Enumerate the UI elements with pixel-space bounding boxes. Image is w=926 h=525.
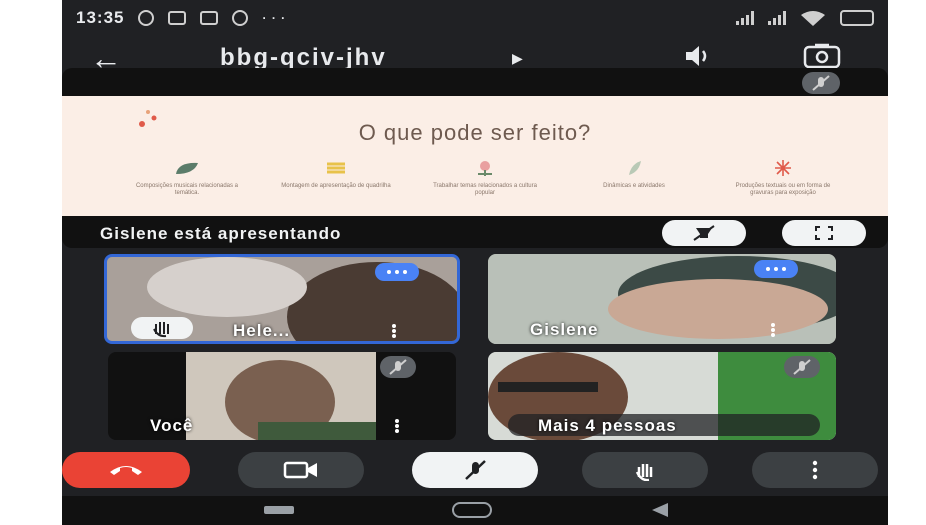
system-nav-bar — [62, 496, 888, 525]
more-people-tile[interactable]: Mais 4 pessoas — [488, 352, 836, 440]
participant-name: Gislene — [530, 320, 599, 339]
leaf-icon — [176, 162, 198, 174]
more-people-label: Mais 4 pessoas — [538, 416, 677, 435]
slide-item: Produções textuais ou em forma de gravur… — [728, 160, 838, 197]
flower-icon — [478, 161, 492, 176]
slide-item: Trabalhar temas relacionados a cultura p… — [430, 160, 540, 197]
presentation-tile[interactable]: O que pode ser feito? Composições musica… — [62, 68, 888, 248]
camera-toggle-button[interactable] — [238, 452, 364, 488]
mic-off-icon — [380, 356, 416, 378]
clock: 13:35 — [76, 8, 125, 27]
slide-title: O que pode ser feito? — [358, 120, 592, 145]
fullscreen-icon — [815, 226, 833, 240]
slide-item: Montagem de apresentação de quadrilha — [281, 160, 391, 197]
status-bar: 13:35 · · · — [62, 0, 888, 36]
shared-slide: O que pode ser feito? Composições musica… — [62, 96, 888, 216]
sun-icon — [775, 160, 791, 176]
call-controls — [62, 452, 888, 492]
self-view-tile[interactable]: Você — [108, 352, 456, 440]
hang-up-icon — [110, 466, 142, 475]
hand-icon — [153, 322, 169, 338]
chevron-right-icon[interactable]: ▶ — [512, 50, 523, 67]
battery-icon — [840, 10, 874, 26]
switch-camera-icon[interactable] — [802, 42, 842, 70]
more-options-button[interactable] — [752, 452, 878, 488]
mic-toggle-button[interactable] — [412, 452, 538, 488]
whatsapp-icon — [232, 10, 249, 26]
back-icon[interactable] — [650, 502, 670, 518]
hand-icon — [635, 464, 653, 481]
pin-off-icon — [693, 225, 715, 241]
signal-icon — [736, 11, 754, 25]
participant-tile[interactable]: Gislene — [488, 254, 836, 344]
more-vert-icon — [812, 460, 818, 480]
more-options-icon[interactable] — [394, 418, 400, 436]
meet-screen: 13:35 · · · ← bbg-qciv-jhv ▶ O que pode … — [62, 0, 888, 525]
gallery-icon — [200, 11, 219, 25]
participant-name: Hele... — [233, 321, 291, 340]
fullscreen-button[interactable] — [782, 220, 866, 246]
speaking-indicator — [375, 263, 419, 281]
unpin-button[interactable] — [662, 220, 746, 246]
participant-tile[interactable]: Hele... — [104, 254, 460, 344]
mic-off-icon — [465, 460, 486, 480]
recent-apps-icon[interactable] — [264, 506, 294, 514]
speaking-indicator — [754, 260, 798, 278]
end-call-button[interactable] — [62, 452, 190, 488]
alarm-icon — [138, 10, 155, 26]
speaker-icon[interactable] — [682, 44, 716, 68]
participant-name: Você — [150, 416, 194, 435]
raise-hand-button[interactable] — [582, 452, 708, 488]
video-camera-icon — [283, 461, 317, 479]
wifi-icon — [801, 11, 825, 26]
message-icon — [168, 11, 187, 25]
mic-off-icon — [784, 356, 820, 378]
wheat-icon — [327, 162, 345, 174]
more-notifications: · · · — [262, 11, 287, 25]
signal-icon-2 — [768, 11, 786, 25]
more-options-icon[interactable] — [391, 323, 397, 341]
raise-hand-badge — [131, 317, 193, 339]
mic-off-icon — [802, 72, 840, 94]
slide-item: Dinâmicas e atividades — [579, 160, 689, 197]
slide-item: Composições musicais relacionadas a temá… — [132, 160, 242, 197]
home-icon[interactable] — [452, 502, 492, 518]
presenter-label: Gislene está apresentando — [100, 224, 342, 243]
more-options-icon[interactable] — [770, 322, 776, 340]
feather-icon — [629, 161, 641, 175]
